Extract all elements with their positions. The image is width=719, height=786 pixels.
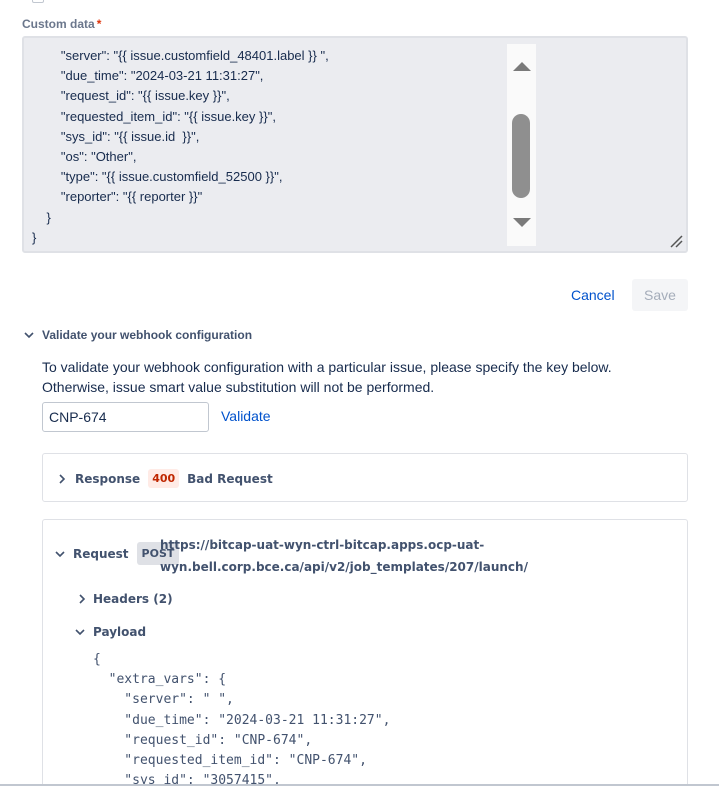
textarea-scrollbar[interactable] — [507, 44, 536, 246]
validate-section-title: Validate your webhook configuration — [42, 328, 253, 342]
validate-help-text: To validate your webhook configuration w… — [42, 357, 662, 397]
response-label: Response — [75, 471, 141, 486]
save-button[interactable]: Save — [632, 279, 688, 311]
headers-toggle[interactable]: Headers (2) — [77, 592, 173, 606]
scroll-down-arrow-icon[interactable] — [513, 218, 531, 227]
status-text: Bad Request — [187, 471, 273, 486]
response-toggle[interactable]: Response 400 Bad Request — [57, 469, 273, 488]
checkbox[interactable] — [32, 0, 44, 3]
help-line-2: Otherwise, issue smart value substitutio… — [42, 379, 435, 395]
validate-section-toggle[interactable]: Validate your webhook configuration — [24, 328, 252, 342]
request-url: https://bitcap-uat-wyn-ctrl-bitcap.apps.… — [160, 534, 580, 578]
chevron-down-icon — [55, 550, 65, 557]
headers-label: Headers (2) — [93, 592, 173, 606]
chevron-down-icon — [24, 332, 34, 339]
request-url-line-1: https://bitcap-uat-wyn-ctrl-bitcap.apps.… — [160, 538, 485, 552]
scrollbar-thumb[interactable] — [512, 114, 530, 198]
issue-key-input[interactable] — [42, 402, 209, 432]
scroll-up-arrow-icon[interactable] — [513, 62, 531, 71]
payload-toggle[interactable]: Payload — [75, 625, 146, 639]
chevron-right-icon — [59, 473, 66, 484]
required-asterisk: * — [96, 17, 102, 31]
cancel-button[interactable]: Cancel — [565, 281, 621, 309]
chevron-right-icon — [79, 594, 86, 604]
payload-label: Payload — [93, 625, 147, 639]
status-badge: 400 — [148, 469, 180, 488]
custom-data-label-text: Custom data — [22, 17, 95, 31]
resize-handle-icon[interactable] — [669, 234, 683, 248]
cutoff-row — [0, 0, 719, 6]
response-card: Response 400 Bad Request — [42, 453, 688, 502]
chevron-down-icon — [75, 629, 85, 636]
request-label: Request — [73, 546, 129, 561]
request-card: Request POST https://bitcap-uat-wyn-ctrl… — [42, 519, 688, 786]
custom-data-textarea[interactable]: "server": "{{ issue.customfield_48401.la… — [22, 36, 688, 253]
request-url-line-2: wyn.bell.corp.bce.ca/api/v2/job_template… — [160, 560, 528, 574]
custom-data-label: Custom data * — [22, 17, 101, 31]
custom-data-value[interactable]: "server": "{{ issue.customfield_48401.la… — [32, 46, 329, 248]
validate-link[interactable]: Validate — [221, 408, 271, 424]
payload-body: { "extra_vars": { "server": " ", "due_ti… — [93, 652, 391, 786]
help-line-1: To validate your webhook configuration w… — [42, 359, 612, 375]
